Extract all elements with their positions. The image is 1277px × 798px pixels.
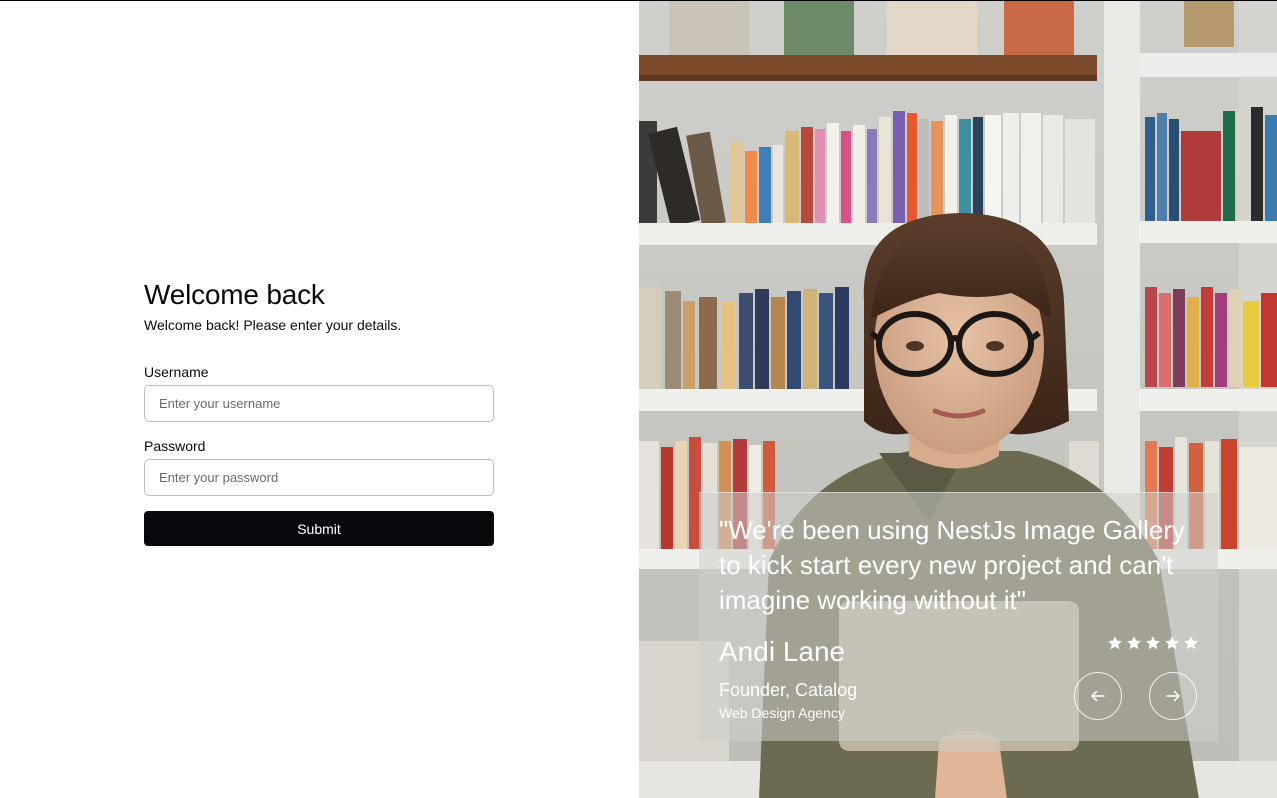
star-icon [1165,636,1179,650]
star-icon [1108,636,1122,650]
testimonial-author: Andi Lane [719,636,846,667]
star-icon [1127,636,1141,650]
password-label: Password [144,438,206,454]
username-label: Username [144,364,209,380]
login-form: Welcome back Welcome back! Please enter … [144,279,494,546]
username-input[interactable] [144,385,494,422]
page-title: Welcome back [144,279,325,310]
page-subtitle: Welcome back! Please enter your details. [144,317,402,333]
testimonial-role: Founder, Catalog [719,680,858,700]
login-panel: Welcome back Welcome back! Please enter … [0,1,639,798]
login-page: Welcome back Welcome back! Please enter … [0,0,1277,798]
testimonial-card: "We're been using NestJs Image Gallery t… [699,492,1218,741]
rating-stars [1107,635,1199,651]
arrow-left-icon [1091,690,1105,702]
hero-panel: "We're been using NestJs Image Gallery t… [639,1,1277,798]
submit-button[interactable]: Submit [144,511,494,546]
star-icon [1146,636,1160,650]
testimonial-quote: "We're been using NestJs Image Gallery t… [719,515,1186,615]
next-testimonial-button[interactable] [1149,672,1197,720]
previous-testimonial-button[interactable] [1074,672,1122,720]
password-input[interactable] [144,459,494,496]
testimonial-company: Web Design Agency [719,705,845,721]
arrow-right-icon [1166,690,1180,702]
star-icon [1184,636,1198,650]
